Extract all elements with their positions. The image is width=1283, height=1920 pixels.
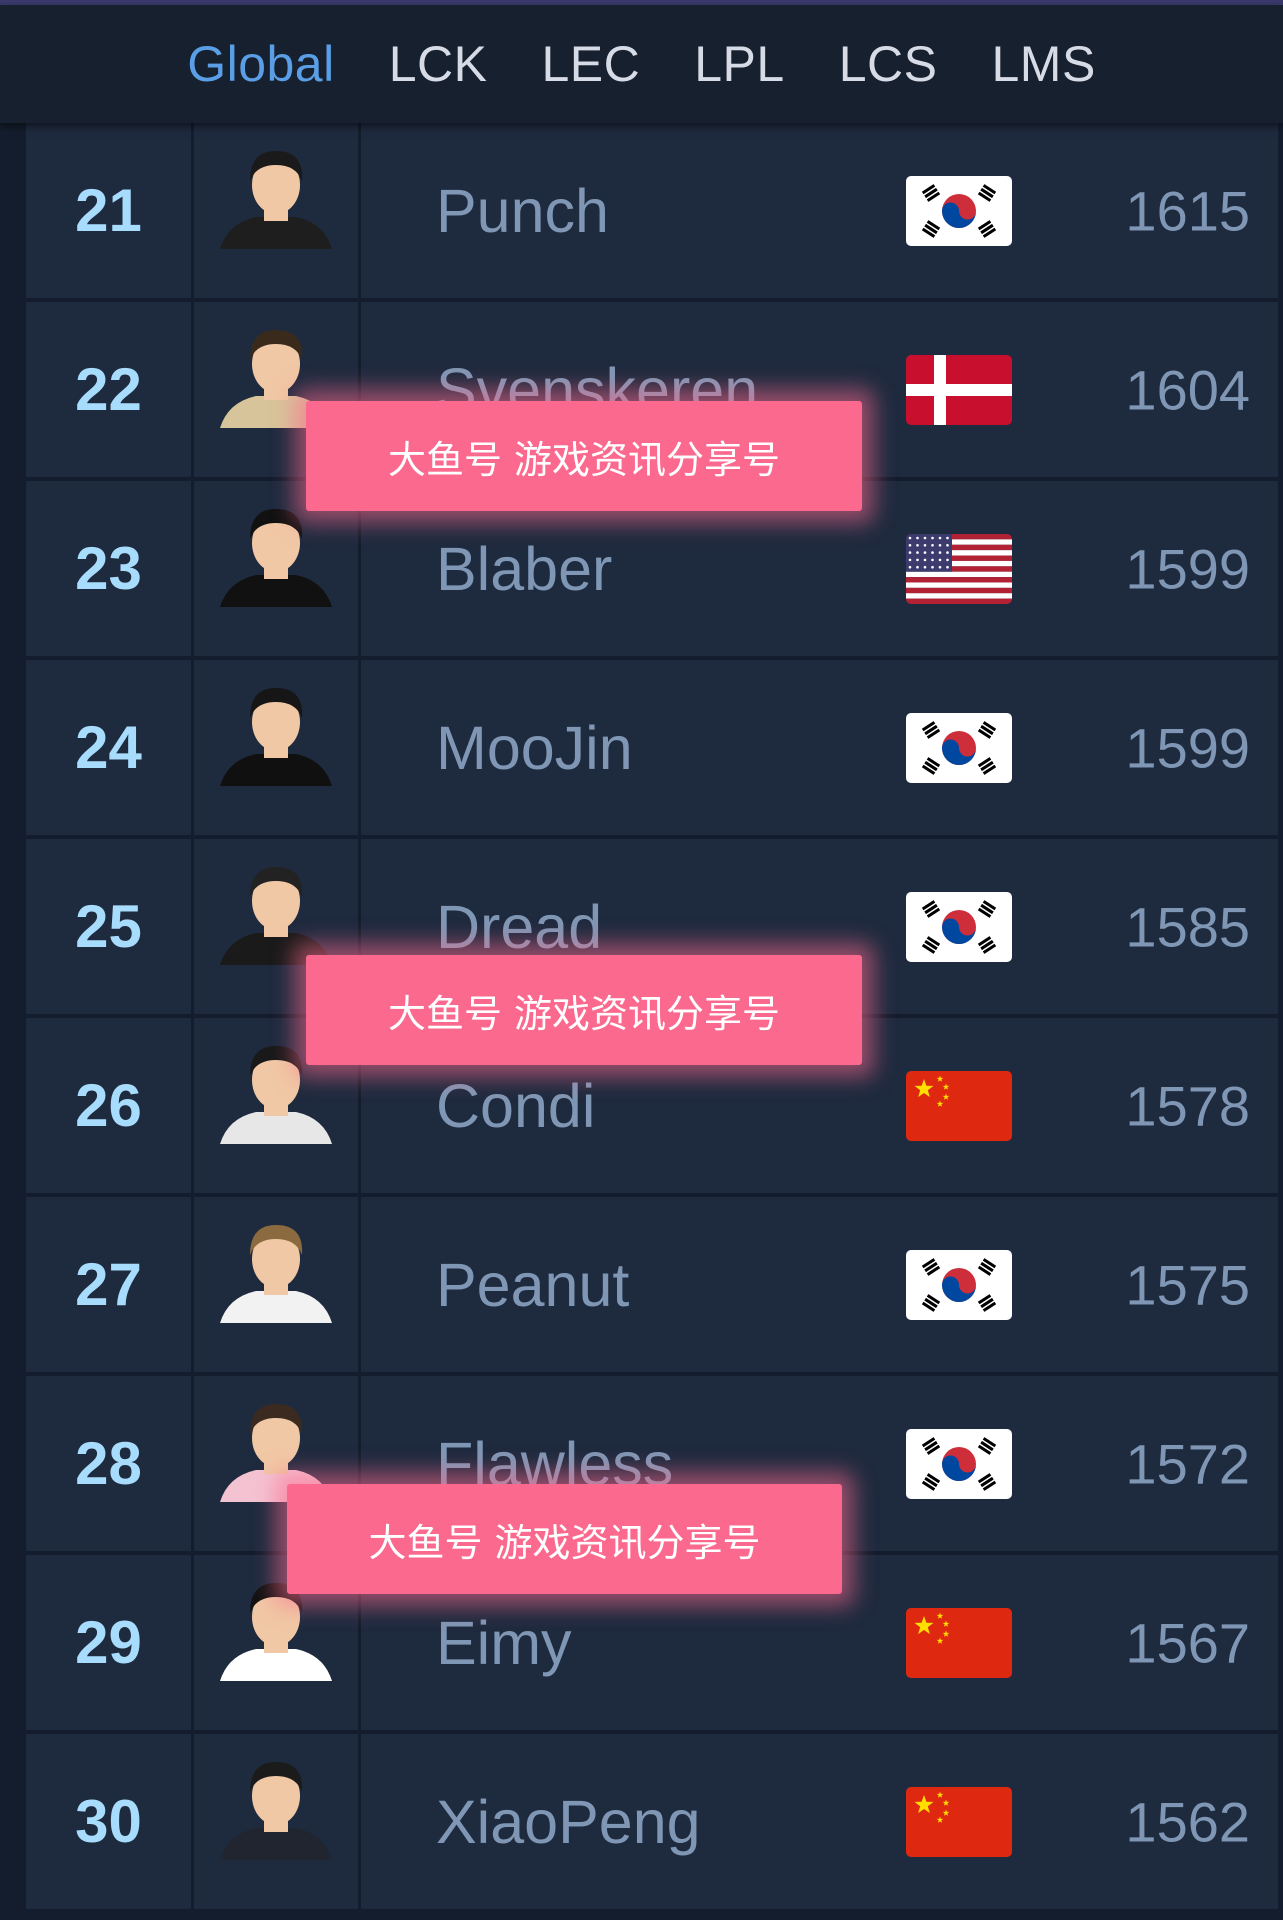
rank-cell: 24 — [26, 660, 191, 835]
korea-flag-icon — [906, 1428, 1012, 1499]
avatar-cell — [194, 1197, 358, 1372]
player-rank: 25 — [75, 893, 142, 960]
player-rank: 29 — [75, 1609, 142, 1676]
player-row[interactable]: 24 MooJin 1599 — [26, 660, 1278, 835]
avatar-cell — [194, 660, 358, 835]
rank-cell: 22 — [26, 302, 191, 477]
rank-cell: 30 — [26, 1734, 191, 1909]
player-rating: 1562 — [1125, 1790, 1250, 1853]
player-name: Eimy — [436, 1608, 572, 1677]
player-name: MooJin — [436, 713, 633, 782]
player-name: Dread — [436, 892, 603, 961]
watermark-banner: 大鱼号 游戏资讯分享号 — [306, 955, 862, 1065]
player-rating: 1572 — [1125, 1432, 1250, 1495]
tab-lec[interactable]: LEC — [541, 35, 640, 93]
watermark-banner: 大鱼号 游戏资讯分享号 — [306, 401, 862, 511]
player-row[interactable]: 27 Peanut 1575 — [26, 1197, 1278, 1372]
player-rating: 1615 — [1125, 179, 1250, 242]
rank-cell: 25 — [26, 839, 191, 1014]
player-name: Condi — [436, 1071, 596, 1140]
player-name: XiaoPeng — [436, 1787, 701, 1856]
denmark-flag-icon — [906, 354, 1012, 425]
player-rank: 23 — [75, 535, 142, 602]
player-row[interactable]: 21 Punch 1615 — [26, 123, 1278, 298]
player-avatar — [220, 678, 332, 791]
player-avatar — [220, 499, 332, 612]
player-info: XiaoPeng 1562 — [361, 1734, 1278, 1909]
player-rank: 24 — [75, 714, 142, 781]
player-name: Blaber — [436, 534, 613, 603]
tab-lck[interactable]: LCK — [389, 35, 488, 93]
tab-lcs[interactable]: LCS — [839, 35, 938, 93]
player-row[interactable]: 30 XiaoPeng 1562 — [26, 1734, 1278, 1909]
rank-cell: 26 — [26, 1018, 191, 1193]
tab-global[interactable]: Global — [187, 35, 335, 93]
player-avatar — [220, 1215, 332, 1328]
rank-cell: 28 — [26, 1376, 191, 1551]
korea-flag-icon — [906, 1249, 1012, 1320]
player-rank: 30 — [75, 1788, 142, 1855]
player-rating: 1567 — [1125, 1611, 1250, 1674]
china-flag-icon — [906, 1607, 1012, 1678]
player-info: Peanut 1575 — [361, 1197, 1278, 1372]
player-avatar — [220, 141, 332, 254]
player-info: MooJin 1599 — [361, 660, 1278, 835]
usa-flag-icon — [906, 533, 1012, 604]
avatar-cell — [194, 123, 358, 298]
player-info: Punch 1615 — [361, 123, 1278, 298]
player-rank: 21 — [75, 177, 142, 244]
player-avatar — [220, 1752, 332, 1865]
region-tabs: Global LCK LEC LPL LCS LMS — [0, 5, 1283, 123]
player-rating: 1599 — [1125, 716, 1250, 779]
player-rating: 1585 — [1125, 895, 1250, 958]
korea-flag-icon — [906, 712, 1012, 783]
tab-lpl[interactable]: LPL — [694, 35, 784, 93]
avatar-cell — [194, 1734, 358, 1909]
rank-cell: 27 — [26, 1197, 191, 1372]
korea-flag-icon — [906, 891, 1012, 962]
player-rank: 28 — [75, 1430, 142, 1497]
watermark-banner: 大鱼号 游戏资讯分享号 — [287, 1484, 842, 1594]
player-rating: 1578 — [1125, 1074, 1250, 1137]
rank-cell: 29 — [26, 1555, 191, 1730]
korea-flag-icon — [906, 175, 1012, 246]
player-rank: 26 — [75, 1072, 142, 1139]
player-rank: 27 — [75, 1251, 142, 1318]
player-rating: 1599 — [1125, 537, 1250, 600]
china-flag-icon — [906, 1070, 1012, 1141]
player-rating: 1575 — [1125, 1253, 1250, 1316]
rank-cell: 21 — [26, 123, 191, 298]
china-flag-icon — [906, 1786, 1012, 1857]
player-rank: 22 — [75, 356, 142, 423]
player-name: Peanut — [436, 1250, 630, 1319]
tab-lms[interactable]: LMS — [991, 35, 1095, 93]
player-rating: 1604 — [1125, 358, 1250, 421]
rank-cell: 23 — [26, 481, 191, 656]
player-name: Punch — [436, 176, 609, 245]
player-avatar — [220, 857, 332, 970]
